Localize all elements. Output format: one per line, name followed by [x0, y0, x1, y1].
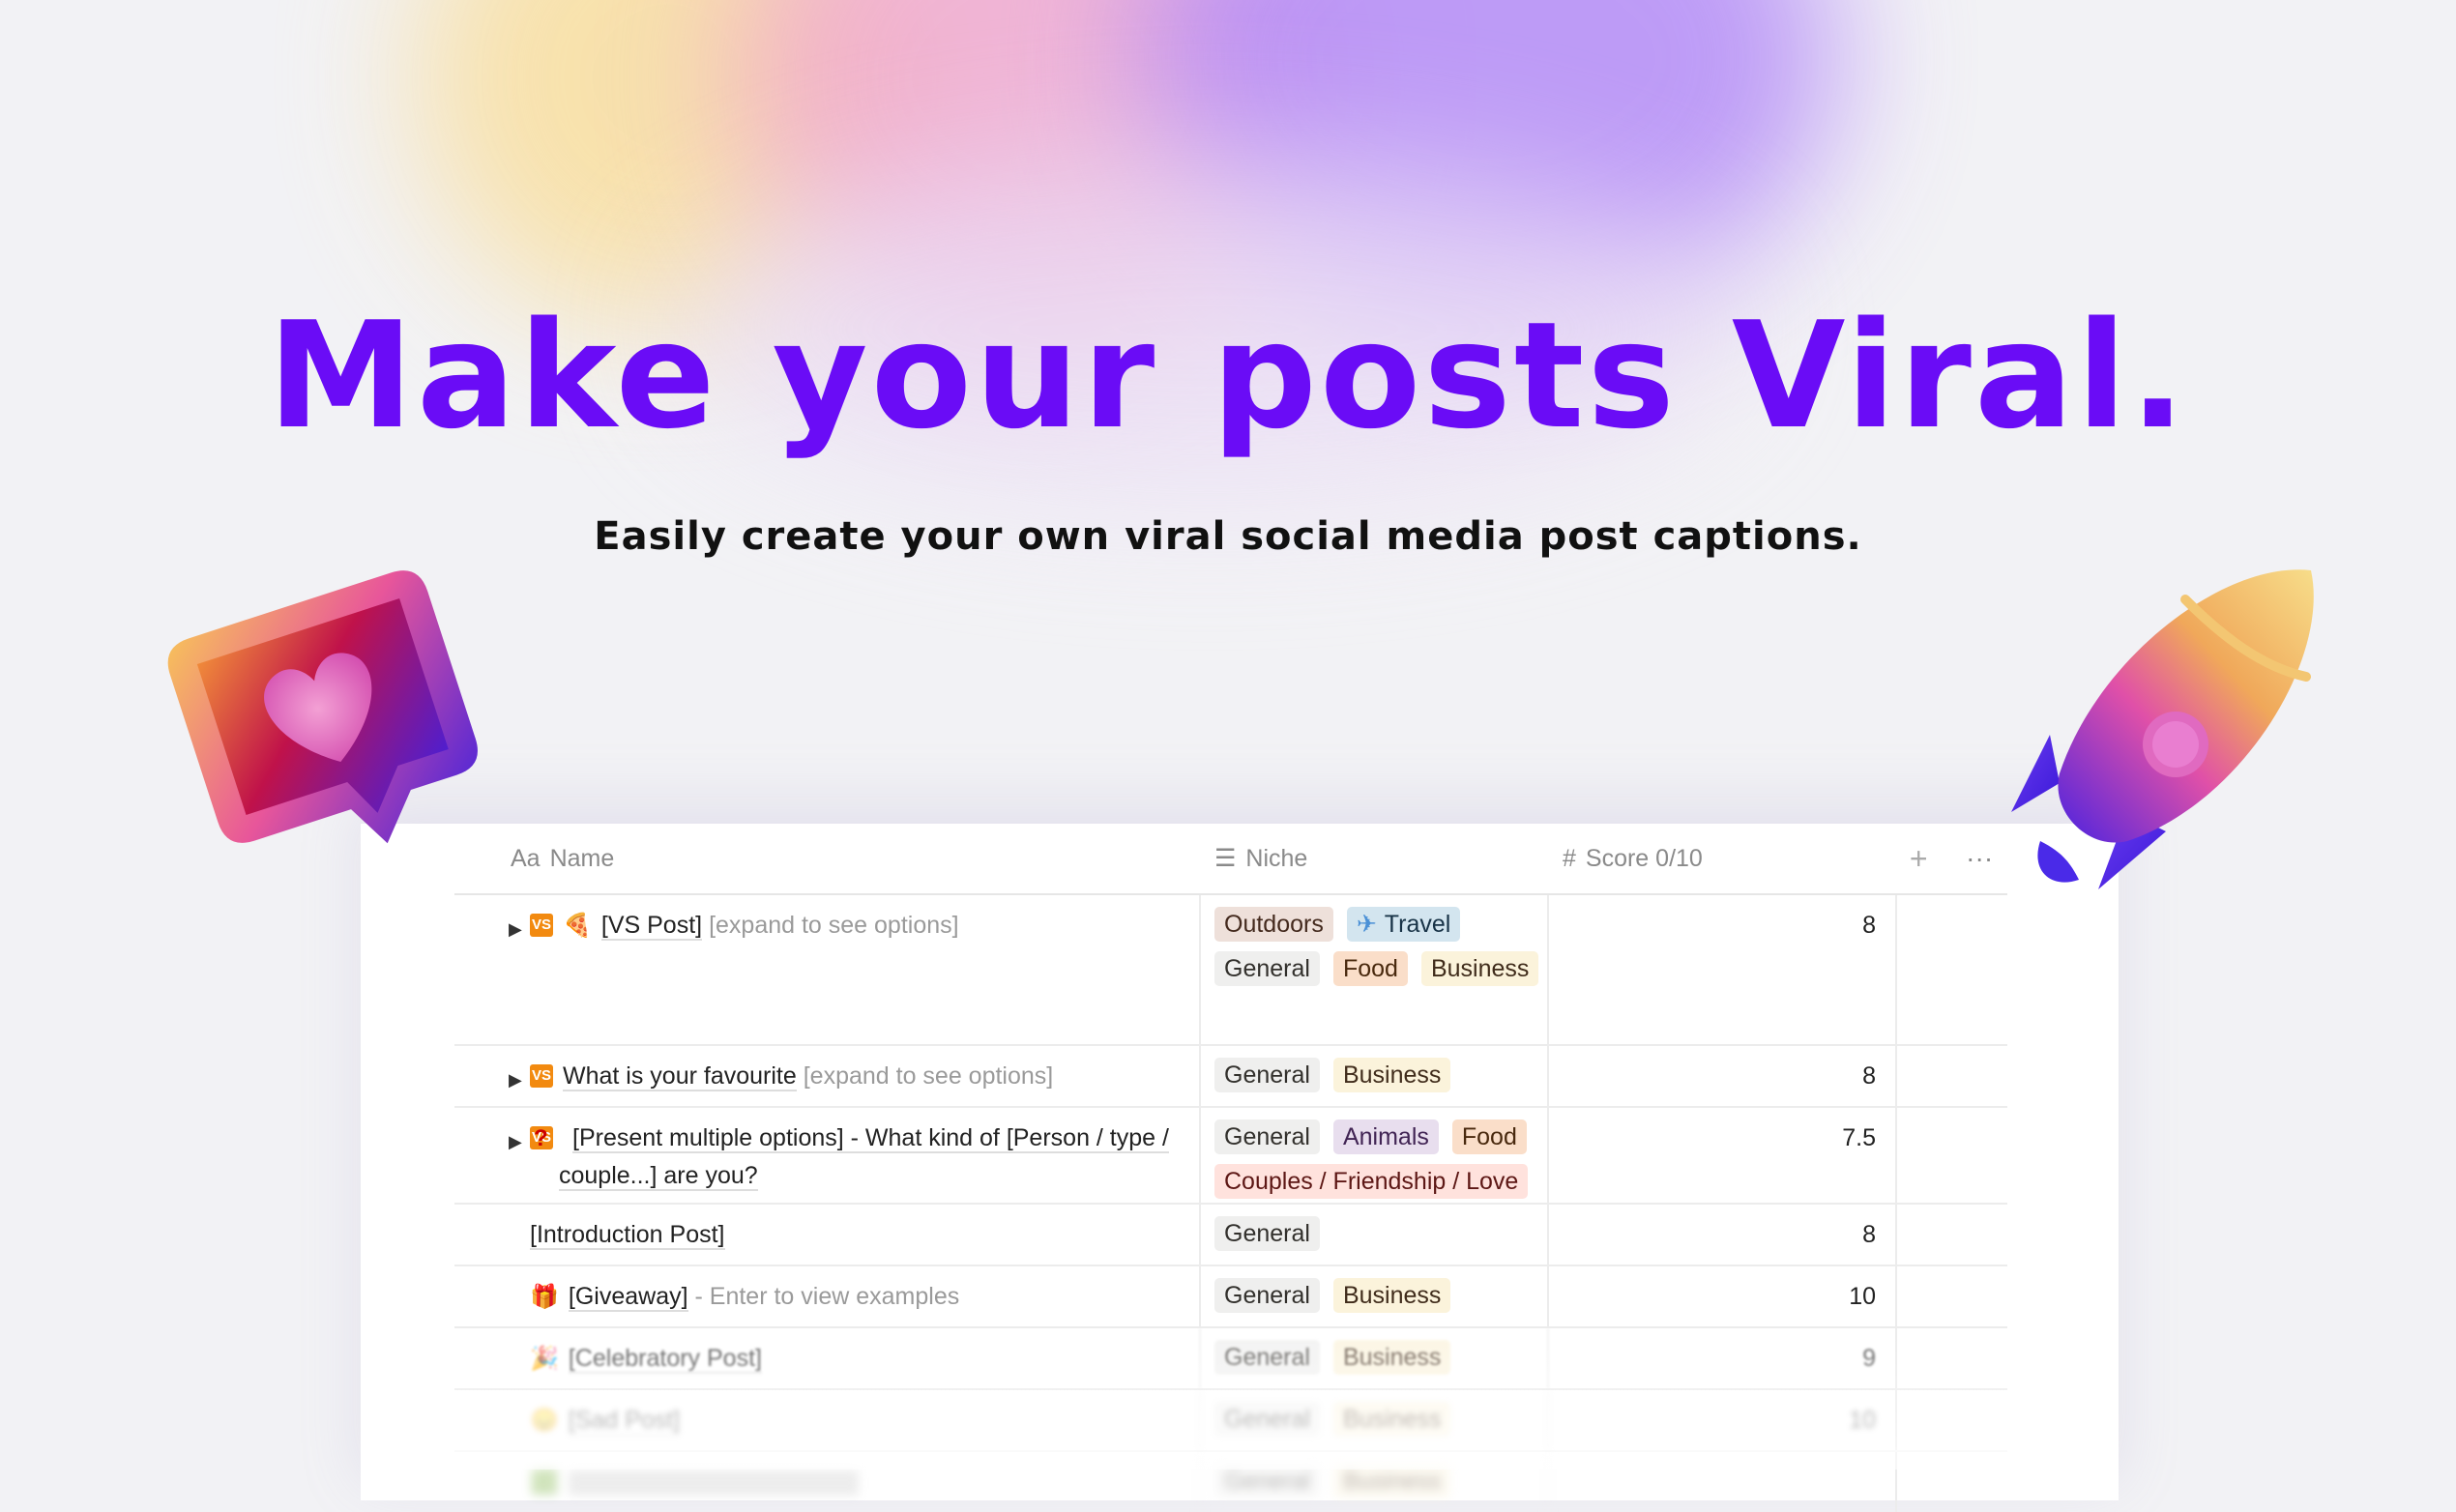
table-row[interactable]: [Introduction Post] General 8 — [454, 1205, 2007, 1266]
row-title[interactable]: [Introduction Post] — [530, 1221, 725, 1250]
tag-general: General — [1214, 1216, 1320, 1251]
column-header-niche[interactable]: ☰ Niche — [1199, 844, 1547, 873]
score-cell[interactable]: 10 — [1547, 1390, 1895, 1450]
green-square-icon: 🟩 — [530, 1469, 559, 1496]
pizza-icon: 🍕 — [563, 913, 592, 939]
score-cell[interactable]: 8 — [1547, 1205, 1895, 1265]
tag-general: General — [1214, 1058, 1320, 1092]
tag-business: Business — [1332, 1402, 1451, 1437]
tag-business: Business — [1332, 1058, 1451, 1092]
row-title[interactable]: [Celebratory Post] — [568, 1345, 762, 1374]
gift-icon: 🎁 — [530, 1284, 559, 1310]
table-row[interactable]: ▶ VS 🍕 [VS Post] [expand to see options] O… — [454, 895, 2007, 1046]
row-hint: - Enter to view examples — [694, 1283, 960, 1310]
rocket-icon — [2011, 569, 2314, 889]
name-cell[interactable]: 🎁 [Giveaway] - Enter to view examples — [454, 1266, 1199, 1326]
airplane-icon: ✈ — [1356, 911, 1377, 938]
empty-cell — [1895, 1266, 2007, 1326]
table-row[interactable]: 🟩 General Business — [454, 1452, 2007, 1512]
table-row[interactable]: 🎉 [Celebratory Post] General Business 9 — [454, 1328, 2007, 1390]
score-cell[interactable]: 10 — [1547, 1266, 1895, 1326]
row-title[interactable]: [VS Post] — [600, 912, 703, 941]
name-cell[interactable]: ▶ VS What is your favourite [expand to se… — [454, 1046, 1199, 1106]
score-cell[interactable]: 9 — [1547, 1328, 1895, 1388]
name-cell[interactable]: [Introduction Post] — [454, 1205, 1199, 1265]
niche-cell[interactable]: General — [1199, 1205, 1547, 1265]
name-cell[interactable]: 😞 [Sad Post] — [454, 1390, 1199, 1450]
tag-couples-friendship-love: Couples / Friendship / Love — [1214, 1164, 1529, 1199]
row-hint: [expand to see options] — [803, 1062, 1054, 1090]
tag-general: General — [1214, 1278, 1320, 1313]
niche-cell[interactable]: General Business — [1199, 1266, 1547, 1326]
niche-cell[interactable]: General Business — [1199, 1452, 1547, 1512]
expand-toggle-icon[interactable]: ▶ — [509, 1123, 522, 1160]
empty-cell — [1895, 1390, 2007, 1450]
column-header-score[interactable]: # Score 0/10 — [1547, 845, 1895, 873]
column-label: Niche — [1245, 844, 1308, 872]
niche-cell[interactable]: General Business — [1199, 1046, 1547, 1106]
name-cell[interactable]: 🎉 [Celebratory Post] — [454, 1328, 1199, 1388]
table-row[interactable]: 🎁 [Giveaway] - Enter to view examples Gen… — [454, 1266, 2007, 1328]
niche-cell[interactable]: General Business — [1199, 1390, 1547, 1450]
niche-cell[interactable]: General Animals Food Couples / Friendshi… — [1199, 1108, 1547, 1203]
tag-business: Business — [1332, 1278, 1451, 1313]
score-cell[interactable]: 7.5 — [1547, 1108, 1895, 1203]
sad-face-icon: 😞 — [530, 1408, 559, 1434]
tag-travel: ✈ Travel — [1346, 907, 1461, 942]
row-title[interactable]: What is your favourite — [563, 1062, 797, 1091]
tag-general: General — [1214, 1340, 1320, 1375]
table-row[interactable]: 😞 [Sad Post] General Business 10 — [454, 1390, 2007, 1452]
tag-business: Business — [1332, 1340, 1451, 1375]
tag-animals: Animals — [1332, 1119, 1439, 1154]
empty-cell — [1895, 895, 2007, 1044]
party-popper-icon: 🎉 — [530, 1346, 559, 1372]
tag-food: Food — [1332, 951, 1408, 986]
column-label: Name — [549, 844, 615, 872]
niche-cell[interactable]: Outdoors ✈ Travel General Food Business — [1199, 895, 1547, 1044]
tag-general: General — [1214, 1402, 1320, 1437]
expand-toggle-icon[interactable]: ▶ — [509, 911, 522, 947]
row-title-placeholder — [568, 1470, 859, 1497]
database-table: Aa Name ☰ Niche # Score 0/10 + ··· ▶ VS 🍕… — [454, 824, 2007, 1512]
heart-bubble-icon — [167, 570, 478, 844]
empty-cell — [1895, 1452, 2007, 1512]
tag-general: General — [1214, 1119, 1320, 1154]
tag-general: General — [1214, 951, 1320, 986]
vs-badge-icon: VS — [530, 914, 553, 937]
row-title[interactable]: [Giveaway] — [568, 1283, 688, 1312]
column-label: Score 0/10 — [1585, 844, 1703, 872]
empty-cell — [1895, 1046, 2007, 1106]
name-cell[interactable]: ▶ VS?[Present multiple options] - What k… — [454, 1108, 1199, 1203]
name-cell[interactable]: ▶ VS 🍕 [VS Post] [expand to see options] — [454, 895, 1199, 1044]
hero-title: Make your posts Viral. — [267, 290, 2189, 461]
add-property-icon[interactable]: + — [1910, 841, 1928, 877]
column-header-name[interactable]: Aa Name — [454, 845, 1199, 873]
table-header: Aa Name ☰ Niche # Score 0/10 + ··· — [454, 824, 2007, 895]
table-row[interactable]: ▶ VS What is your favourite [expand to se… — [454, 1046, 2007, 1108]
list-icon: ☰ — [1214, 845, 1237, 872]
tag-outdoors: Outdoors — [1214, 907, 1333, 942]
tag-business: Business — [1332, 1464, 1451, 1498]
row-hint: [expand to see options] — [709, 912, 959, 939]
tag-business: Business — [1420, 951, 1539, 986]
number-icon: # — [1563, 844, 1576, 872]
empty-cell — [1895, 1205, 2007, 1265]
vs-badge-icon: VS — [530, 1064, 553, 1088]
empty-cell — [1895, 1108, 2007, 1203]
score-cell[interactable] — [1547, 1452, 1895, 1512]
tag-general: General — [1214, 1464, 1320, 1498]
row-title[interactable]: [Present multiple options] - What kind o… — [559, 1124, 1169, 1191]
niche-cell[interactable]: General Business — [1199, 1328, 1547, 1388]
table-row[interactable]: ▶ VS?[Present multiple options] - What k… — [454, 1108, 2007, 1205]
empty-cell — [1895, 1328, 2007, 1388]
tag-food: Food — [1451, 1119, 1527, 1154]
score-cell[interactable]: 8 — [1547, 895, 1895, 1044]
text-property-icon: Aa — [511, 844, 541, 872]
score-cell[interactable]: 8 — [1547, 1046, 1895, 1106]
row-title[interactable]: [Sad Post] — [568, 1407, 681, 1436]
name-cell[interactable]: 🟩 — [454, 1452, 1199, 1512]
expand-toggle-icon[interactable]: ▶ — [509, 1061, 522, 1098]
